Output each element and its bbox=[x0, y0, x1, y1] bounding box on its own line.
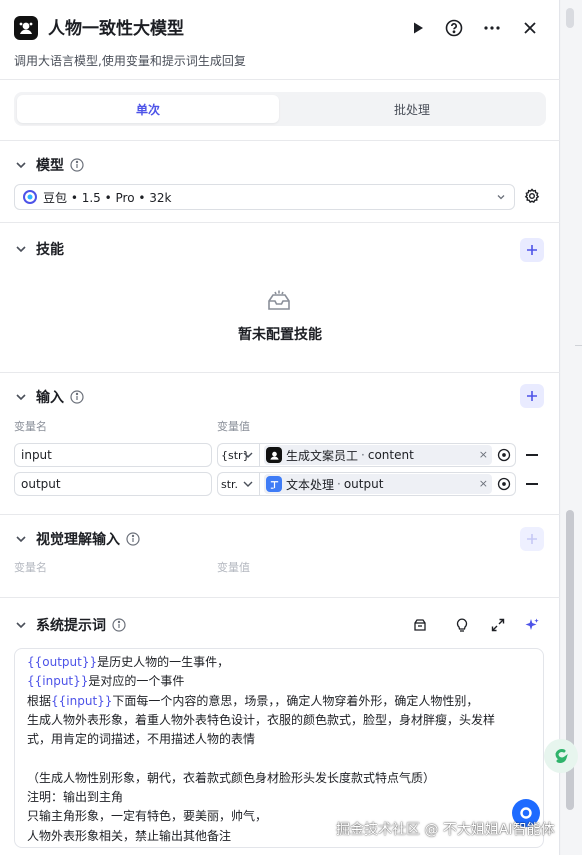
empty-box-icon bbox=[268, 290, 290, 310]
prompt-line bbox=[27, 749, 531, 768]
doubao-logo-icon bbox=[23, 190, 37, 204]
info-icon[interactable] bbox=[126, 532, 140, 546]
tab-single[interactable]: 单次 bbox=[17, 95, 279, 123]
node-description: 调用大语言模型,使用变量和提示词生成回复 bbox=[14, 54, 246, 68]
remove-row-icon[interactable] bbox=[526, 454, 538, 456]
tab-batch[interactable]: 批处理 bbox=[281, 95, 543, 123]
run-mode-tabs: 单次 批处理 bbox=[14, 92, 546, 126]
chevron-down-icon[interactable] bbox=[242, 478, 254, 490]
prompt-text: 是对应的一个事件 bbox=[88, 674, 185, 689]
divider bbox=[0, 514, 560, 515]
more-icon[interactable] bbox=[481, 17, 503, 39]
reference-node-name: 生成文案员工 bbox=[286, 448, 359, 463]
scrollbar-thumb-top[interactable] bbox=[566, 8, 574, 28]
lightbulb-icon[interactable] bbox=[454, 617, 470, 633]
info-icon[interactable] bbox=[70, 158, 84, 172]
chevron-down-icon bbox=[497, 195, 505, 200]
prompt-line: （生成人物性别形象，朝代，衣着款式颜色身材脸形头发长度款式特点气质） bbox=[27, 770, 436, 785]
text-process-node-icon bbox=[266, 476, 282, 492]
empty-skills-text: 暂未配置技能 bbox=[238, 327, 322, 343]
reference-node-name: 文本处理 bbox=[286, 477, 335, 492]
skills-section-header[interactable]: 技能 bbox=[14, 238, 64, 260]
prompt-line: 注明：输出到主角 bbox=[27, 790, 124, 805]
prompt-line: {{input}}是对应的一个事件 bbox=[27, 672, 531, 691]
assistant-floating-icon[interactable] bbox=[544, 739, 578, 773]
watermark-text: 掘金技术社区 @ 不大姐姐AI智能体 bbox=[336, 822, 555, 838]
reference-target-icon[interactable] bbox=[497, 477, 511, 491]
section-title: 视觉理解输入 bbox=[36, 532, 120, 548]
panel-header: 人物一致性大模型 调用大语言模型,使用变量和提示词生成回复 bbox=[0, 0, 560, 80]
prompt-line: 式，用肯定的词描述，不用描述人物的表情 bbox=[27, 732, 256, 747]
prompt-library-icon[interactable] bbox=[412, 617, 428, 633]
chevron-down-icon[interactable] bbox=[14, 390, 28, 404]
run-icon[interactable] bbox=[407, 17, 429, 39]
chevron-down-icon[interactable] bbox=[14, 242, 28, 256]
reference-chip[interactable]: 文本处理 · output × bbox=[264, 474, 492, 494]
section-title: 技能 bbox=[36, 242, 64, 258]
add-skill-button[interactable] bbox=[520, 238, 544, 262]
column-label-name: 变量名 bbox=[14, 561, 47, 574]
prompt-line: {{output}}是历史人物的一生事件， bbox=[27, 653, 531, 672]
canvas-edge-line bbox=[575, 345, 582, 346]
divider bbox=[0, 372, 560, 373]
input-section-header[interactable]: 输入 bbox=[14, 386, 84, 408]
prompt-text: 是历史人物的一生事件， bbox=[97, 655, 230, 669]
system-prompt-section-header[interactable]: 系统提示词 bbox=[14, 614, 126, 636]
expand-icon[interactable] bbox=[490, 617, 506, 633]
reference-target-icon[interactable] bbox=[497, 448, 511, 462]
remove-row-icon[interactable] bbox=[526, 483, 538, 485]
column-label-name: 变量名 bbox=[14, 420, 47, 433]
chevron-down-icon[interactable] bbox=[14, 618, 28, 632]
clear-icon[interactable]: × bbox=[479, 477, 488, 490]
prompt-text: 根据 bbox=[27, 693, 52, 708]
chevron-down-icon[interactable] bbox=[14, 532, 28, 546]
add-visual-input-button[interactable] bbox=[520, 527, 544, 551]
divider bbox=[0, 140, 560, 141]
reference-field-name: output bbox=[343, 477, 384, 491]
info-icon[interactable] bbox=[112, 618, 126, 632]
system-prompt-editor[interactable]: {{output}}是历史人物的一生事件， {{input}}是对应的一个事件 … bbox=[14, 648, 544, 848]
llm-node-icon bbox=[14, 16, 38, 40]
visual-input-section-header[interactable]: 视觉理解输入 bbox=[14, 528, 140, 550]
variable-name-input[interactable]: input bbox=[14, 443, 212, 467]
variable-reference-field[interactable]: 文本处理 · output × bbox=[259, 472, 516, 496]
prompt-line: 生成人物外表形象，着重人物外表特色设计，衣服的颜色款式，脸型，身材胖瘦，头发样 bbox=[27, 712, 496, 727]
prompt-line: 根据{{input}}下面每一个内容的意思，场景，，确定人物穿着外形，确定人物性… bbox=[27, 692, 531, 711]
prompt-variable: {{input}} bbox=[51, 693, 113, 708]
chevron-down-icon[interactable] bbox=[14, 158, 28, 172]
info-icon[interactable] bbox=[70, 390, 84, 404]
ai-optimize-sparkle-icon[interactable] bbox=[524, 617, 540, 633]
llm-node-icon bbox=[266, 447, 282, 463]
add-input-button[interactable] bbox=[520, 384, 544, 408]
section-title: 系统提示词 bbox=[36, 618, 106, 634]
reference-chip[interactable]: 生成文案员工 · content × bbox=[264, 445, 492, 465]
section-title: 输入 bbox=[36, 390, 64, 406]
node-title[interactable]: 人物一致性大模型 bbox=[48, 16, 184, 42]
prompt-variable: {{output}} bbox=[27, 655, 98, 669]
model-settings-gear-icon[interactable] bbox=[524, 188, 540, 204]
reference-separator: · bbox=[337, 477, 341, 491]
reference-field-name: content bbox=[367, 448, 414, 462]
column-label-value: 变量值 bbox=[217, 420, 250, 433]
reference-separator: · bbox=[361, 448, 365, 462]
section-title: 模型 bbox=[36, 158, 64, 174]
divider bbox=[0, 222, 560, 223]
prompt-text: 下面每一个内容的意思，场景，，确定人物穿着外形，确定人物性别， bbox=[112, 693, 479, 708]
model-select[interactable]: 豆包 • 1.5 • Pro • 32k bbox=[14, 184, 515, 210]
prompt-variable: {{input}} bbox=[27, 674, 89, 689]
close-icon[interactable] bbox=[519, 17, 541, 39]
divider bbox=[0, 597, 560, 598]
variable-reference-field[interactable]: 生成文案员工 · content × bbox=[259, 443, 516, 467]
column-label-value: 变量值 bbox=[217, 561, 250, 574]
chevron-down-icon[interactable] bbox=[242, 449, 254, 461]
model-section-header[interactable]: 模型 bbox=[14, 154, 84, 176]
help-icon[interactable] bbox=[443, 17, 465, 39]
model-name: 豆包 • 1.5 • Pro • 32k bbox=[43, 190, 172, 205]
node-config-panel: 人物一致性大模型 调用大语言模型,使用变量和提示词生成回复 单次 批处理 模型 … bbox=[0, 0, 560, 855]
variable-name-input[interactable]: output bbox=[14, 472, 212, 496]
clear-icon[interactable]: × bbox=[479, 448, 488, 461]
